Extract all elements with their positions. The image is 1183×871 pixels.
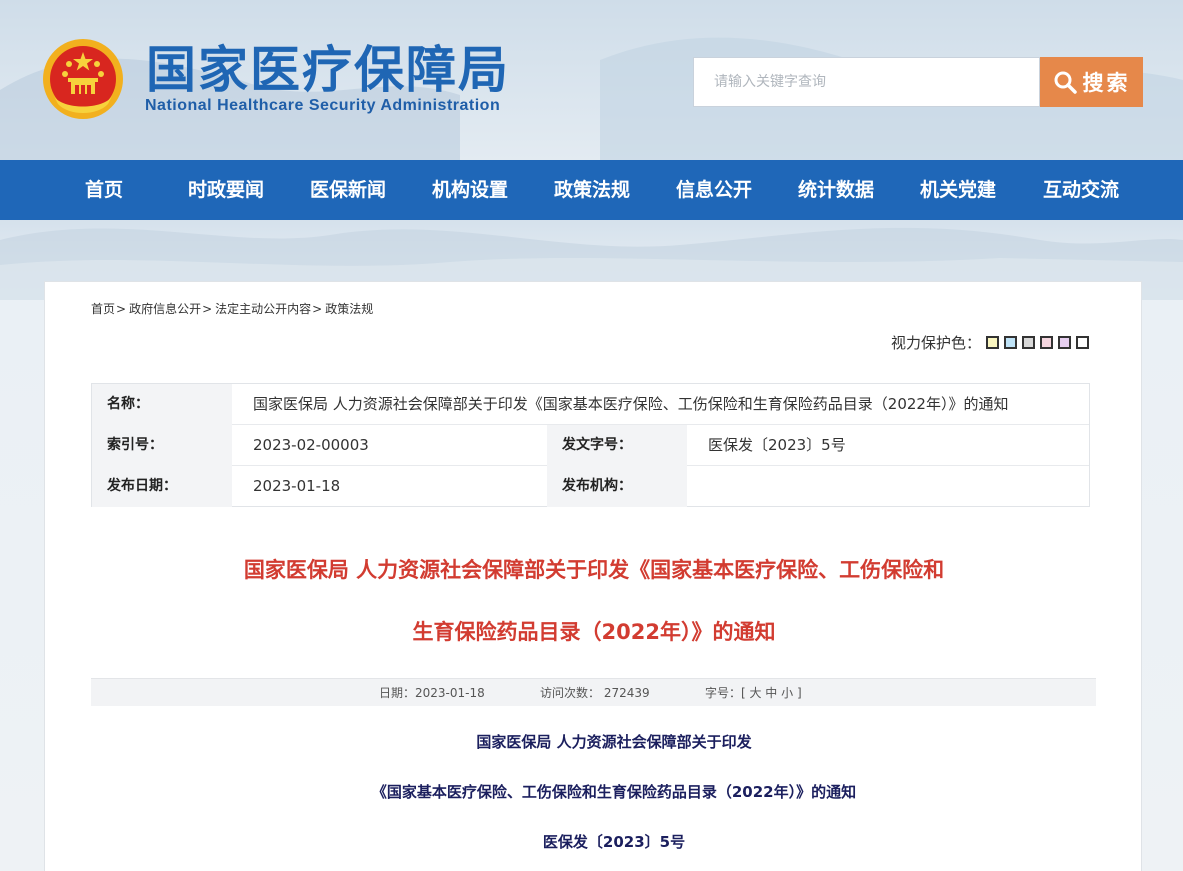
nav-item-healthcare-news[interactable]: 医保新闻	[310, 160, 386, 220]
body-line-1: 国家医保局 人力资源社会保障部关于印发	[45, 731, 1183, 752]
nav-item-party[interactable]: 机关党建	[920, 160, 996, 220]
info-row-name: 名称： 国家医保局 人力资源社会保障部关于印发《国家基本医疗保险、工伤保险和生育…	[92, 384, 1089, 425]
search-input[interactable]	[693, 57, 1040, 107]
nav-item-home[interactable]: 首页	[85, 160, 123, 220]
org-value	[708, 466, 1078, 507]
nav-item-policy[interactable]: 政策法规	[554, 160, 630, 220]
color-swatch-gray[interactable]	[1022, 336, 1035, 349]
date-label: 发布日期：	[92, 466, 232, 507]
meta-font-size[interactable]: 字号：[ 大 中 小 ]	[705, 679, 802, 707]
nav-item-disclosure[interactable]: 信息公开	[676, 160, 752, 220]
eye-protection-label: 视力保护色：	[891, 332, 981, 353]
search-button-label: 搜索	[1083, 67, 1131, 97]
color-swatch-blue[interactable]	[1004, 336, 1017, 349]
meta-visits: 访问次数： 272439	[540, 679, 650, 707]
breadcrumb-home[interactable]: 首页	[91, 302, 115, 316]
article-meta-bar: 日期：2023-01-18 访问次数： 272439 字号：[ 大 中 小 ]	[91, 678, 1096, 706]
info-row-index: 索引号： 2023-02-00003 发文字号： 医保发〔2023〕5号	[92, 425, 1089, 466]
national-emblem-icon	[42, 38, 124, 120]
content-panel: 首页>政府信息公开>法定主动公开内容>政策法规 视力保护色： 名称： 国家医保局…	[44, 281, 1142, 871]
site-title-cn: 国家医疗保障局	[146, 40, 510, 100]
color-swatch-purple[interactable]	[1058, 336, 1071, 349]
color-swatch-pink[interactable]	[1040, 336, 1053, 349]
document-title-line2: 生育保险药品目录（2022年）》的通知	[45, 616, 1143, 646]
index-value: 2023-02-00003	[253, 425, 543, 466]
docno-label: 发文字号：	[547, 425, 687, 466]
site-title-en: National Healthcare Security Administrat…	[145, 97, 500, 115]
nav-item-organization[interactable]: 机构设置	[432, 160, 508, 220]
info-row-date: 发布日期： 2023-01-18 发布机构：	[92, 466, 1089, 507]
breadcrumb: 首页>政府信息公开>法定主动公开内容>政策法规	[91, 300, 373, 317]
search-icon	[1053, 70, 1077, 94]
eye-protection-colors: 视力保护色：	[891, 332, 1089, 353]
site-header: 国家医疗保障局 National Healthcare Security Adm…	[0, 0, 1183, 160]
breadcrumb-disclosure[interactable]: 政府信息公开	[129, 302, 201, 316]
name-label: 名称：	[92, 384, 232, 425]
meta-date: 日期：2023-01-18	[379, 679, 485, 707]
document-title-line1: 国家医保局 人力资源社会保障部关于印发《国家基本医疗保险、工伤保险和	[45, 554, 1143, 584]
date-value: 2023-01-18	[253, 466, 543, 507]
document-info-table: 名称： 国家医保局 人力资源社会保障部关于印发《国家基本医疗保险、工伤保险和生育…	[91, 383, 1090, 507]
color-swatch-yellow[interactable]	[986, 336, 999, 349]
org-label: 发布机构：	[547, 466, 687, 507]
main-nav: 首页 时政要闻 医保新闻 机构设置 政策法规 信息公开 统计数据 机关党建 互动…	[0, 160, 1183, 220]
body-line-3: 医保发〔2023〕5号	[45, 831, 1183, 852]
nav-item-statistics[interactable]: 统计数据	[798, 160, 874, 220]
docno-value: 医保发〔2023〕5号	[708, 425, 1078, 466]
breadcrumb-policy[interactable]: 政策法规	[325, 302, 373, 316]
color-swatch-white[interactable]	[1076, 336, 1089, 349]
name-value: 国家医保局 人力资源社会保障部关于印发《国家基本医疗保险、工伤保险和生育保险药品…	[253, 384, 1083, 425]
index-label: 索引号：	[92, 425, 232, 466]
body-line-2: 《国家基本医疗保险、工伤保险和生育保险药品目录（2022年）》的通知	[45, 781, 1183, 802]
breadcrumb-mandatory[interactable]: 法定主动公开内容	[215, 302, 311, 316]
nav-item-interaction[interactable]: 互动交流	[1043, 160, 1119, 220]
search-button[interactable]: 搜索	[1040, 57, 1143, 107]
nav-item-news[interactable]: 时政要闻	[188, 160, 264, 220]
